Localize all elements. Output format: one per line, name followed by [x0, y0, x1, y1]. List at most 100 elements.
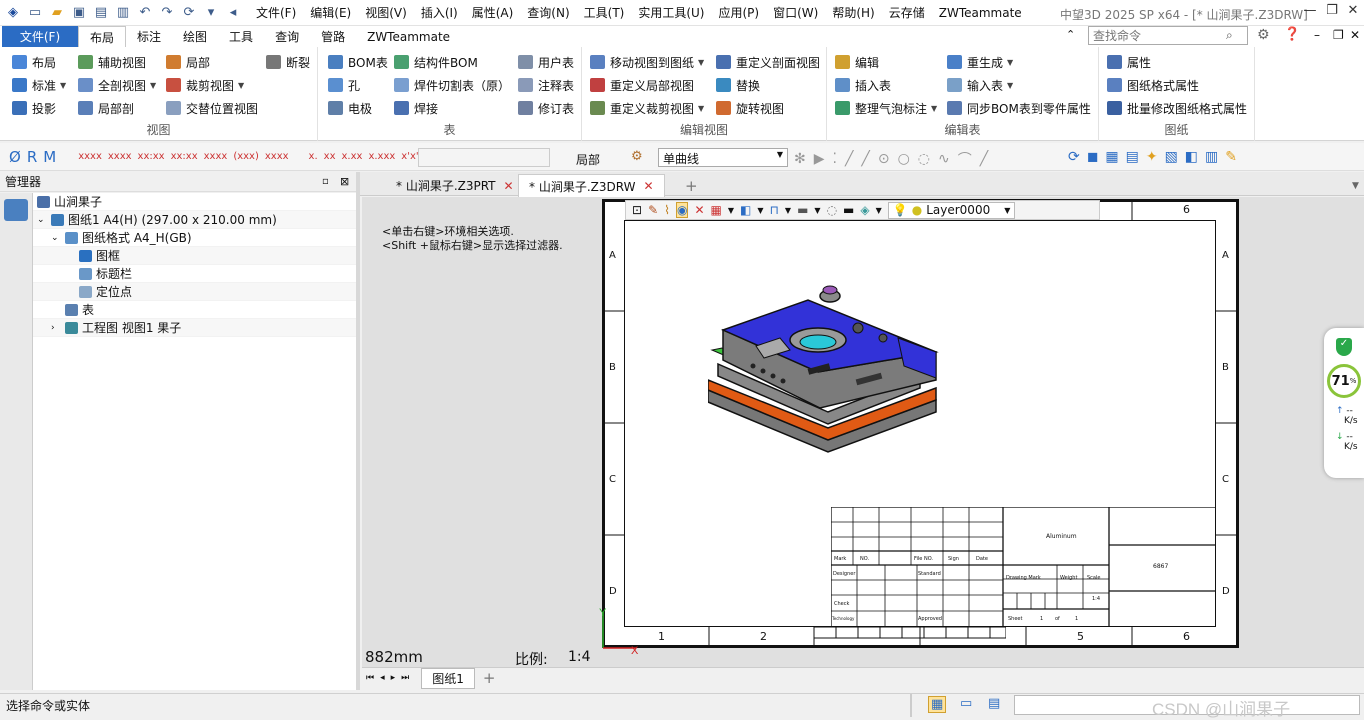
- layout-button[interactable]: 布局: [12, 52, 56, 72]
- display-mode-icon[interactable]: ◉: [675, 202, 689, 218]
- filter-dropdown[interactable]: [418, 148, 550, 167]
- tab-draw[interactable]: 绘图: [172, 26, 218, 47]
- print-icon[interactable]: ▤: [92, 4, 110, 22]
- tab-zwteammate[interactable]: ZWTeammate: [356, 26, 461, 47]
- close-icon[interactable]: ✕: [1343, 3, 1363, 23]
- menu-edit[interactable]: 编辑(E): [310, 4, 351, 21]
- ribbon-minimize-icon[interactable]: –: [1314, 28, 1320, 42]
- line-style-icon[interactable]: ▬: [843, 203, 854, 217]
- rotate-icon[interactable]: ⟳: [1068, 149, 1087, 165]
- regen-icon[interactable]: ⟳: [180, 4, 198, 22]
- redefine-clip-button[interactable]: 重定义裁剪视图 ▼: [590, 98, 704, 118]
- tree-node-drawing-view[interactable]: › 工程图 视图1 果子: [33, 319, 356, 337]
- close-tab-icon[interactable]: ✕: [504, 179, 514, 193]
- layer-dropdown[interactable]: 💡 ● Layer0000 ▼: [887, 201, 1016, 219]
- ribbon-close-icon[interactable]: ✕: [1350, 28, 1360, 42]
- pin-icon[interactable]: ▫: [322, 176, 329, 187]
- menu-zwteammate[interactable]: ZWTeammate: [939, 6, 1022, 20]
- minimize-icon[interactable]: —: [1300, 3, 1320, 23]
- tab-query[interactable]: 查询: [264, 26, 310, 47]
- note-table-button[interactable]: 注释表: [518, 75, 574, 95]
- menu-tools[interactable]: 工具(T): [584, 4, 625, 21]
- radius-icon[interactable]: R: [27, 148, 37, 166]
- dropdown-arrow-icon[interactable]: ▼: [931, 104, 937, 113]
- hole-table-button[interactable]: 孔: [328, 75, 360, 95]
- chevron-down-icon[interactable]: ▼: [876, 206, 882, 215]
- linetype-dropdown[interactable]: 单曲线 ▼: [658, 148, 788, 167]
- struct-bom-button[interactable]: 结构件BOM: [394, 52, 478, 72]
- expand-chevron-icon[interactable]: ⌄: [51, 233, 65, 243]
- alt-position-button[interactable]: 交替位置视图: [166, 98, 258, 118]
- sync-bom-button[interactable]: 同步BOM表到零件属性: [947, 98, 1091, 118]
- snap-circle-icon[interactable]: ○: [898, 151, 918, 167]
- snap-arc2-icon[interactable]: ⌒: [958, 149, 980, 169]
- redo-icon[interactable]: ↷: [158, 4, 176, 22]
- sheet-properties-button[interactable]: 属性: [1107, 52, 1151, 72]
- tolerance-format-3[interactable]: xx:xx: [138, 149, 165, 165]
- dotted-circle-icon[interactable]: ◌: [827, 203, 837, 217]
- tab-tools[interactable]: 工具: [218, 26, 264, 47]
- chevron-down-icon[interactable]: ▼: [728, 206, 734, 215]
- snap-arc-icon[interactable]: ◌: [918, 151, 938, 167]
- settings-gear-icon[interactable]: ⚙: [1257, 27, 1270, 43]
- local-section-button[interactable]: 局部剖: [78, 98, 134, 118]
- tree-node-frame[interactable]: 图框: [33, 247, 356, 265]
- dropdown-arrow-icon[interactable]: ▼: [698, 58, 704, 67]
- balloon-tidy-button[interactable]: 整理气泡标注 ▼: [835, 98, 937, 118]
- app-logo-icon[interactable]: ◈: [4, 4, 22, 22]
- menu-view[interactable]: 视图(V): [365, 4, 407, 21]
- tolerance-format-1[interactable]: xxxx: [78, 149, 102, 165]
- close-tab-icon[interactable]: ✕: [643, 179, 653, 193]
- sheet-tab-1[interactable]: 图纸1: [421, 667, 475, 689]
- add-sheet-icon[interactable]: +: [483, 669, 496, 687]
- snap-tangent-icon[interactable]: ╱: [861, 151, 877, 167]
- sheet-view-icon[interactable]: ▦: [1105, 149, 1125, 165]
- tab-annotate[interactable]: 标注: [126, 26, 172, 47]
- menu-insert[interactable]: 插入(I): [421, 4, 458, 21]
- collapse-chevron-icon[interactable]: ›: [51, 323, 65, 333]
- menu-attributes[interactable]: 属性(A): [472, 4, 514, 21]
- tab-piping[interactable]: 管路: [310, 26, 356, 47]
- dropdown-arrow-icon[interactable]: ▼: [238, 81, 244, 90]
- precision-format-3[interactable]: x.xx: [342, 149, 363, 165]
- snap-wave-icon[interactable]: ∿: [938, 151, 958, 167]
- solid-view-icon[interactable]: ◼: [1087, 149, 1106, 165]
- chevron-down-icon[interactable]: ▼: [757, 206, 763, 215]
- tree-node-titleblock[interactable]: 标题栏: [33, 265, 356, 283]
- ribbon-collapse-icon[interactable]: ⌃: [1066, 28, 1075, 41]
- metric-icon[interactable]: M: [43, 148, 56, 166]
- layer-stack-icon[interactable]: ▬: [797, 203, 808, 217]
- view-cube-icon[interactable]: ◧: [740, 203, 751, 217]
- tolerance-format-4[interactable]: xx:xx: [171, 149, 198, 165]
- tolerance-format-6[interactable]: (xxx): [233, 149, 259, 165]
- tree-node-sheet[interactable]: ⌄ 图纸1 A4(H) (297.00 x 210.00 mm): [33, 211, 356, 229]
- clip-view-button[interactable]: 裁剪视图 ▼: [166, 75, 244, 95]
- tree-node-format[interactable]: ⌄ 图纸格式 A4_H(GB): [33, 229, 356, 247]
- dimension-icon[interactable]: ⊓: [770, 203, 779, 217]
- snap-point-icon[interactable]: ✻: [794, 151, 814, 167]
- rotate-view-button[interactable]: 旋转视图: [716, 98, 784, 118]
- grid-icon[interactable]: ▦: [711, 203, 722, 217]
- snap-diag-icon[interactable]: ╱: [980, 151, 996, 167]
- network-meter-widget[interactable]: ✓ 71% ↑ -- K/s ↓ -- K/s: [1324, 328, 1364, 478]
- list-icon[interactable]: ▤: [988, 696, 1000, 711]
- edit-table-button[interactable]: 编辑: [835, 52, 879, 72]
- doc-tab-drw[interactable]: * 山涧果子.Z3DRW ✕: [518, 174, 665, 197]
- snap-play-icon[interactable]: ▶: [814, 151, 833, 167]
- dropdown-arrow-icon[interactable]: ▼: [1007, 58, 1013, 67]
- tolerance-format-7[interactable]: xxxx: [265, 149, 289, 165]
- dropdown-arrow-icon[interactable]: ▼: [698, 104, 704, 113]
- light-icon[interactable]: ✦: [1146, 149, 1165, 165]
- splitter[interactable]: [356, 172, 360, 690]
- precision-format-2[interactable]: xx: [324, 149, 336, 165]
- layer-icon[interactable]: ▤: [1126, 149, 1146, 165]
- snap-center-icon[interactable]: ⊙: [878, 151, 898, 167]
- display-icon[interactable]: ▭: [960, 696, 972, 711]
- sheet-nav-icon[interactable]: ⏮◂▸⏭: [366, 673, 415, 683]
- ribbon-restore-icon[interactable]: ❐: [1333, 28, 1344, 42]
- doc-tab-prt[interactable]: * 山涧果子.Z3PRT ✕: [386, 175, 524, 196]
- tab-list-icon[interactable]: ▼: [1342, 175, 1364, 196]
- move-view-button[interactable]: 移动视图到图纸 ▼: [590, 52, 704, 72]
- filter-icon[interactable]: ⚙: [631, 149, 643, 164]
- revision-table-button[interactable]: 修订表: [518, 98, 574, 118]
